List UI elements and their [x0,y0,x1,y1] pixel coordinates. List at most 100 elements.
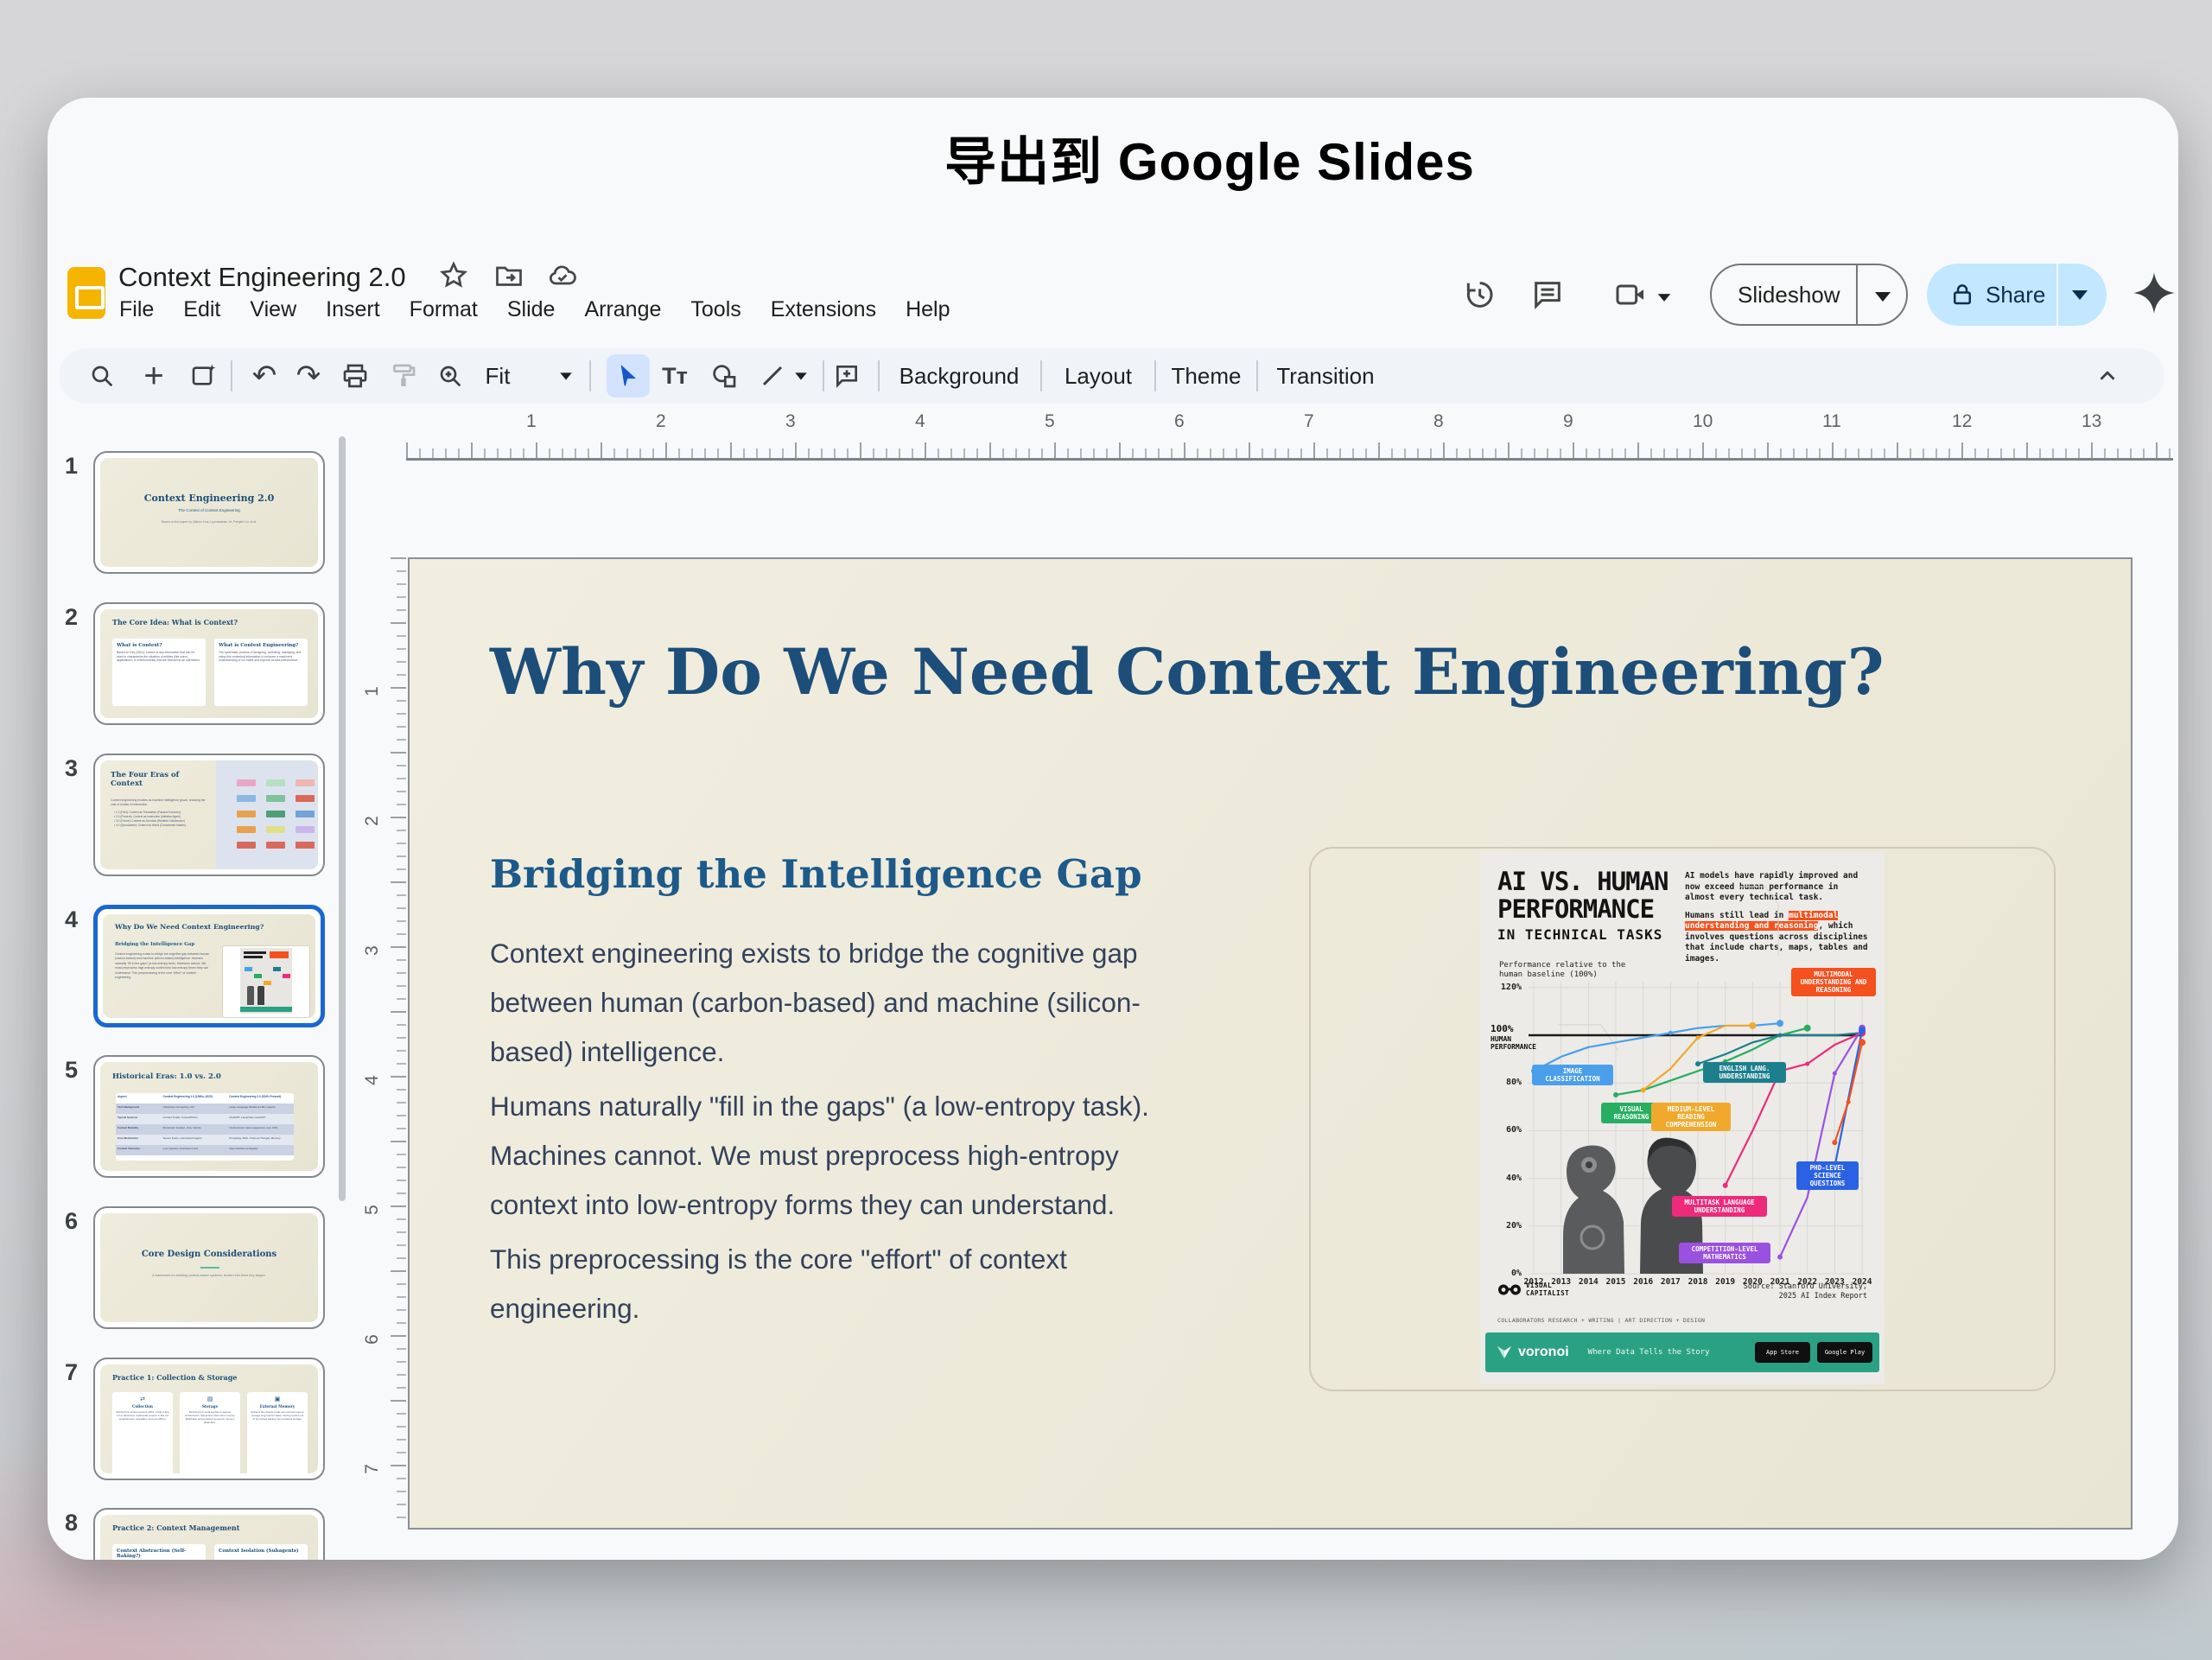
slide-body-text[interactable]: Context engineering exists to bridge the… [490,929,1211,1339]
thumbnail-slide-3[interactable]: The Four Eras of ContextContext engineer… [93,754,325,876]
mini-note: Based on the paper by Qishuo Hua, Lyuman… [100,520,318,524]
mini-table-row: Context ModalityStructured: location, ti… [116,1124,294,1135]
background-button[interactable]: Background [890,348,1028,404]
mini-ig-label [283,974,290,978]
vruler-number-7: 7 [362,1464,383,1474]
redo-icon[interactable]: ↷ [289,348,327,404]
vc-glasses-icon [1497,1283,1522,1296]
mini-subtitle: Bridging the Intelligence Gap [115,942,194,947]
menu-format[interactable]: Format [395,295,493,329]
menu-tools[interactable]: Tools [676,295,755,329]
voronoi-logo-icon [1496,1344,1513,1361]
transition-button[interactable]: Transition [1265,348,1386,404]
mini-infographic [240,948,292,1014]
thumbnail-slide-8[interactable]: Practice 2: Context ManagementContext Ab… [93,1508,325,1560]
toolbar-divider [589,360,591,391]
zoom-select[interactable]: Fit [472,348,524,404]
mini-text: Context engineering exists to bridge the… [115,952,212,980]
layout-button[interactable]: Layout [1051,348,1146,404]
mini-diagram-node [237,795,256,802]
version-history-icon[interactable] [1461,277,1496,312]
mini-td: Low (requires structured input) [162,1145,228,1155]
vruler-number-1: 1 [362,686,383,696]
print-icon[interactable] [336,348,374,404]
filmstrip-scrollbar[interactable] [339,436,346,1201]
slide-title[interactable]: Why Do We Need Context Engineering? [490,635,1885,709]
mini-subtitle: The Context of Context Engineering [100,508,318,512]
camera-dropdown-caret[interactable] [1656,293,1672,302]
new-slide-layout-icon[interactable] [185,348,223,404]
mini-card: Context Abstraction (Self-Baking?) [112,1544,206,1560]
mini-diagram-node [296,779,315,786]
share-caret[interactable] [2072,290,2088,300]
mini-diagram-node [237,842,256,849]
mini-diagram-node [296,811,315,817]
paint-format-icon[interactable] [385,348,423,404]
document-title[interactable]: Context Engineering 2.0 [118,262,406,293]
menu-insert[interactable]: Insert [311,295,395,329]
mini-td: Context Toolkit, ContextPhone [162,1114,228,1124]
cloud-status-icon[interactable] [547,260,578,291]
text-box-button[interactable]: Tт [655,348,695,404]
mini-card-title: External Memory [251,1404,304,1409]
meet-camera-icon[interactable] [1613,277,1648,312]
menu-edit[interactable]: Edit [168,295,235,329]
undo-icon[interactable]: ↶ [245,348,283,404]
mini-card-title: What is Context Engineering? [219,643,303,648]
new-slide-plus-icon[interactable]: + [135,348,173,404]
search-icon[interactable] [83,348,121,404]
thumbnail-slide-5[interactable]: Historical Eras: 1.0 vs. 2.0AspectContex… [93,1055,325,1178]
mini-ig-title [244,956,263,958]
thumbnail-slide-4[interactable]: Why Do We Need Context Engineering?Bridg… [93,905,325,1027]
menu-help[interactable]: Help [891,295,964,329]
slide-canvas[interactable]: Why Do We Need Context Engineering? Brid… [408,557,2133,1530]
slides-app-icon[interactable] [67,267,105,319]
mini-td: Typical Systems [116,1114,162,1124]
mini-title: Core Design Considerations [100,1250,318,1259]
insert-comment-icon[interactable] [828,348,866,404]
thumbnail-slide-1[interactable]: Context Engineering 2.0The Context of Co… [93,451,325,574]
mini-td: Context Tolerance [116,1145,162,1155]
thumbnail-slide-7[interactable]: Practice 1: Collection & Storage⇄Collect… [93,1358,325,1480]
menu-slide[interactable]: Slide [493,295,570,329]
gemini-sparkle-icon[interactable] [2132,270,2177,315]
zoom-caret[interactable] [553,348,579,404]
ytick-80: 80% [1492,1078,1522,1087]
shape-button[interactable] [705,348,743,404]
mini-silhouette [257,986,264,1005]
chart-image-frame[interactable]: AI VS. HUMAN PERFORMANCE IN TECHNICAL TA… [1309,847,2056,1391]
ytick-20: 20% [1492,1221,1522,1231]
star-icon[interactable] [438,260,469,291]
collapse-toolbar-chevron-icon[interactable] [2088,348,2127,404]
thumb-number-5: 5 [65,1057,78,1084]
toolbar-divider [1154,360,1156,391]
thumb-number-1: 1 [65,453,78,480]
zoom-icon[interactable] [431,348,469,404]
slide-subtitle[interactable]: Bridging the Intelligence Gap [490,851,1142,897]
select-cursor-button[interactable] [607,354,650,398]
theme-button[interactable]: Theme [1163,348,1249,404]
menu-arrange[interactable]: Arrange [569,295,676,329]
menu-extensions[interactable]: Extensions [756,295,891,329]
share-divider [2056,264,2058,326]
mini-diagram-node [237,779,256,786]
thumbnail-slide-2[interactable]: The Core Idea: What is Context?What is C… [93,602,325,725]
thumb-number-8: 8 [65,1510,78,1536]
year-2019: 2019 [1711,1277,1740,1287]
mini-ig-label [254,974,262,978]
thumbnail-slide-6[interactable]: Core Design ConsiderationsA framework fo… [93,1206,325,1329]
move-folder-icon[interactable] [493,260,524,291]
slideshow-button[interactable]: Slideshow [1710,264,1908,326]
share-label: Share [1986,282,2045,308]
mini-td: Sensor fusion, rule-based triggers [162,1135,228,1145]
share-button[interactable]: Share [1927,264,2107,326]
hruler-number-7: 7 [1304,411,1314,432]
year-2022: 2022 [1793,1277,1822,1287]
slideshow-caret[interactable] [1875,292,1891,302]
menu-view[interactable]: View [235,295,311,329]
line-button[interactable] [753,348,791,404]
menu-file[interactable]: File [105,295,168,329]
comment-icon[interactable] [1530,277,1565,312]
line-caret[interactable] [788,348,814,404]
mini-th: Context Engineering 2.0 (2020–Present) [227,1093,294,1103]
